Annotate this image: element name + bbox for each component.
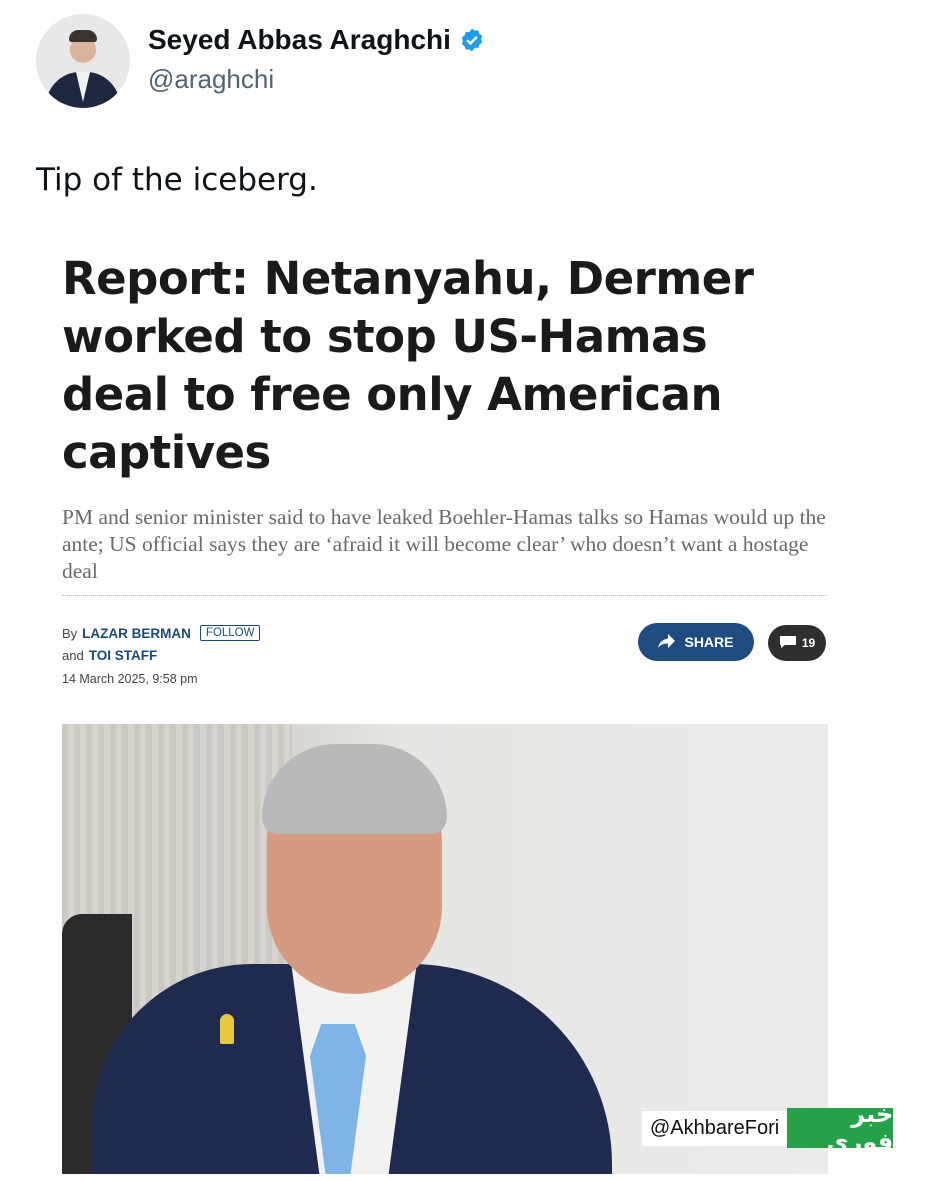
comment-icon <box>779 635 797 652</box>
share-button[interactable]: SHARE <box>638 623 754 661</box>
coauthor-link[interactable]: TOI STAFF <box>89 648 158 663</box>
divider <box>62 595 828 596</box>
display-name[interactable]: Seyed Abbas Araghchi <box>148 24 451 56</box>
name-row: Seyed Abbas Araghchi <box>148 24 485 56</box>
article-card: Report: Netanyahu, Dermer worked to stop… <box>62 250 828 686</box>
comments-button[interactable]: 19 <box>768 625 826 661</box>
avatar[interactable] <box>36 14 130 108</box>
follow-button[interactable]: FOLLOW <box>199 625 261 641</box>
share-label: SHARE <box>684 634 734 650</box>
handle[interactable]: @araghchi <box>148 64 274 95</box>
publish-date: 14 March 2025, 9:58 pm <box>62 672 198 686</box>
ribbon-pin <box>220 1014 234 1044</box>
byline: By LAZAR BERMAN FOLLOW and TOI STAFF 14 … <box>62 622 261 686</box>
article-headline: Report: Netanyahu, Dermer worked to stop… <box>62 252 754 479</box>
verified-icon <box>459 27 485 53</box>
tweet-text: Tip of the iceberg. <box>36 162 318 198</box>
watermark-handle: @AkhbareFori <box>642 1110 788 1146</box>
article-photo <box>62 724 828 1174</box>
and-label: and <box>62 647 84 663</box>
watermark-logo: خبر فوری <box>787 1100 894 1156</box>
comment-count: 19 <box>801 636 816 650</box>
article-subhead: PM and senior minister said to have leak… <box>62 505 826 583</box>
by-label: By <box>62 625 78 641</box>
watermark: @AkhbareFori خبر فوری <box>642 1100 894 1156</box>
tweet-header: Seyed Abbas Araghchi @araghchi <box>36 14 896 114</box>
author-link[interactable]: LAZAR BERMAN <box>82 626 191 641</box>
share-icon <box>658 633 676 652</box>
